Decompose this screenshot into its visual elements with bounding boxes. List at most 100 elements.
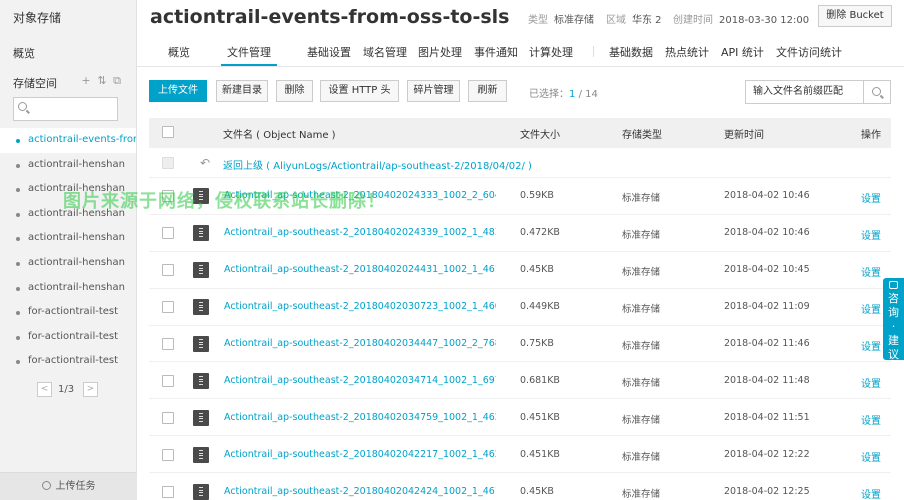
tab-event-notification[interactable]: 事件通知 (474, 44, 518, 60)
row-checkbox[interactable] (162, 374, 174, 387)
settings-link[interactable]: 设置 (861, 449, 881, 464)
storage-type: 标准存储 (622, 230, 661, 242)
settings-link[interactable]: 设置 (861, 190, 881, 205)
bucket-created: 创建时间 2018-03-30 12:00 (673, 11, 809, 26)
sidebar-bucket-item[interactable]: actiontrail-events-from-oss-to-sls (0, 128, 136, 153)
tab-domain-management[interactable]: 域名管理 (363, 44, 407, 60)
tab-hot-stats[interactable]: 热点统计 (665, 44, 709, 60)
file-name-link[interactable]: Actiontrail_ap-southeast-2_2018040203072… (224, 301, 496, 312)
buckets-label: 存储空间 (13, 77, 57, 90)
bucket-region: 区域 华东 2 (606, 11, 662, 26)
settings-link[interactable]: 设置 (861, 412, 881, 427)
file-icon (193, 336, 209, 353)
column-storage-type: 存储类型 (622, 130, 662, 141)
refresh-list-icon[interactable]: ⧉ (112, 75, 122, 87)
file-icon (193, 483, 209, 500)
file-name-link[interactable]: Actiontrail_ap-southeast-2_2018040202433… (224, 227, 496, 238)
file-search-button[interactable] (864, 80, 891, 104)
tab-compute[interactable]: 计算处理 (529, 44, 573, 60)
file-size: 0.451KB (520, 411, 560, 423)
sidebar: 对象存储 概览 存储空间 + ⇅ ⧉ actiontrail-events-fr… (0, 0, 137, 500)
settings-link[interactable]: 设置 (861, 227, 881, 242)
file-size: 0.451KB (520, 448, 560, 460)
upload-file-button[interactable]: 上传文件 (149, 80, 207, 102)
back-to-parent-link[interactable]: 返回上级 ( AliyunLogs/Actiontrail/ap-southea… (223, 157, 532, 172)
file-name-link[interactable]: Actiontrail_ap-southeast-2_2018040204221… (224, 449, 496, 460)
sidebar-bucket-item[interactable]: for-actiontrail-test (0, 325, 136, 350)
prev-page-button[interactable]: < (37, 382, 52, 397)
tab-overview[interactable]: 概览 (168, 44, 190, 60)
select-all-checkbox[interactable] (162, 126, 174, 138)
new-directory-button[interactable]: 新建目录 (216, 80, 268, 102)
column-file-name: 文件名 ( Object Name ) (223, 130, 336, 141)
settings-link[interactable]: 设置 (861, 375, 881, 390)
consult-suggest-button[interactable]: 咨询·建议 (883, 278, 904, 361)
file-row[interactable]: Actiontrail_ap-southeast-2_2018040203444… (149, 326, 891, 363)
file-size: 0.681KB (520, 374, 560, 386)
add-bucket-icon[interactable]: + (81, 75, 91, 87)
file-row[interactable]: Actiontrail_ap-southeast-2_2018040203471… (149, 363, 891, 400)
tab-api-stats[interactable]: API 统计 (721, 44, 764, 60)
bucket-type: 类型 标准存储 (528, 11, 594, 26)
sort-icon[interactable]: ⇅ (97, 75, 107, 87)
file-icon (193, 446, 209, 463)
fragment-management-button[interactable]: 碎片管理 (407, 80, 460, 102)
chat-icon (889, 281, 898, 289)
next-page-button[interactable]: > (83, 382, 98, 397)
row-checkbox[interactable] (162, 448, 174, 461)
file-row[interactable]: Actiontrail_ap-southeast-2_2018040203072… (149, 289, 891, 326)
created-label: 创建时间 (673, 15, 713, 26)
tab-file-access-stats[interactable]: 文件访问统计 (776, 44, 842, 60)
sidebar-bucket-item[interactable]: for-actiontrail-test (0, 300, 136, 325)
settings-link[interactable]: 设置 (861, 338, 881, 353)
sidebar-bucket-item[interactable]: actiontrail-henshan (0, 276, 136, 301)
row-checkbox[interactable] (162, 264, 174, 277)
update-time: 2018-04-02 11:46 (724, 338, 810, 350)
bucket-search-input[interactable] (13, 97, 118, 121)
type-label: 类型 (528, 15, 548, 26)
file-name-link[interactable]: Actiontrail_ap-southeast-2_2018040203475… (224, 412, 496, 423)
file-name-link[interactable]: Actiontrail_ap-southeast-2_2018040203444… (224, 338, 496, 349)
file-row[interactable]: Actiontrail_ap-southeast-2_2018040204242… (149, 473, 891, 500)
tab-file-management[interactable]: 文件管理 (227, 44, 271, 60)
file-row[interactable]: Actiontrail_ap-southeast-2_2018040204221… (149, 436, 891, 474)
settings-link[interactable]: 设置 (861, 486, 881, 500)
back-arrow-icon: ↶ (200, 156, 211, 170)
page-indicator: 1/3 (58, 384, 75, 395)
file-row[interactable]: Actiontrail_ap-southeast-2_2018040203475… (149, 399, 891, 437)
settings-link[interactable]: 设置 (861, 264, 881, 279)
file-name-link[interactable]: Actiontrail_ap-southeast-2_2018040202443… (224, 264, 496, 275)
sidebar-bucket-item[interactable]: actiontrail-henshan (0, 251, 136, 276)
sidebar-bucket-item[interactable]: actiontrail-henshan (0, 226, 136, 251)
active-tab-indicator (221, 64, 277, 66)
row-checkbox[interactable] (162, 411, 174, 424)
file-name-link[interactable]: Actiontrail_ap-southeast-2_2018040203471… (224, 375, 496, 386)
delete-button[interactable]: 删除 (276, 80, 313, 102)
file-size: 0.45KB (520, 264, 554, 276)
tab-basic-settings[interactable]: 基础设置 (307, 44, 351, 60)
file-row[interactable]: Actiontrail_ap-southeast-2_2018040202433… (149, 215, 891, 252)
refresh-button[interactable]: 刷新 (468, 80, 507, 102)
tab-basic-data[interactable]: 基础数据 (609, 44, 653, 60)
sidebar-overview-link[interactable]: 概览 (13, 45, 35, 61)
file-size: 0.75KB (520, 338, 554, 350)
file-row[interactable]: Actiontrail_ap-southeast-2_2018040202443… (149, 252, 891, 289)
back-to-parent-row: ↶ 返回上级 ( AliyunLogs/Actiontrail/ap-south… (149, 148, 891, 178)
row-checkbox[interactable] (162, 338, 174, 351)
tab-image-processing[interactable]: 图片处理 (418, 44, 462, 60)
buckets-header: 存储空间 + ⇅ ⧉ (13, 75, 126, 91)
sidebar-bucket-item[interactable]: actiontrail-henshan (0, 153, 136, 178)
storage-type: 标准存储 (622, 304, 661, 316)
file-prefix-search-input[interactable]: 输入文件名前缀匹配 (745, 80, 864, 104)
update-time: 2018-04-02 11:48 (724, 374, 810, 386)
row-checkbox[interactable] (162, 227, 174, 240)
settings-link[interactable]: 设置 (861, 301, 881, 316)
file-name-link[interactable]: Actiontrail_ap-southeast-2_2018040204242… (224, 486, 496, 497)
sidebar-bucket-item[interactable]: for-actiontrail-test (0, 349, 136, 374)
set-http-header-button[interactable]: 设置 HTTP 头 (320, 80, 399, 102)
product-title: 对象存储 (13, 11, 62, 25)
delete-bucket-button[interactable]: 删除 Bucket (818, 5, 892, 27)
upload-tasks-button[interactable]: 上传任务 (0, 472, 137, 500)
row-checkbox[interactable] (162, 485, 174, 498)
row-checkbox[interactable] (162, 301, 174, 314)
